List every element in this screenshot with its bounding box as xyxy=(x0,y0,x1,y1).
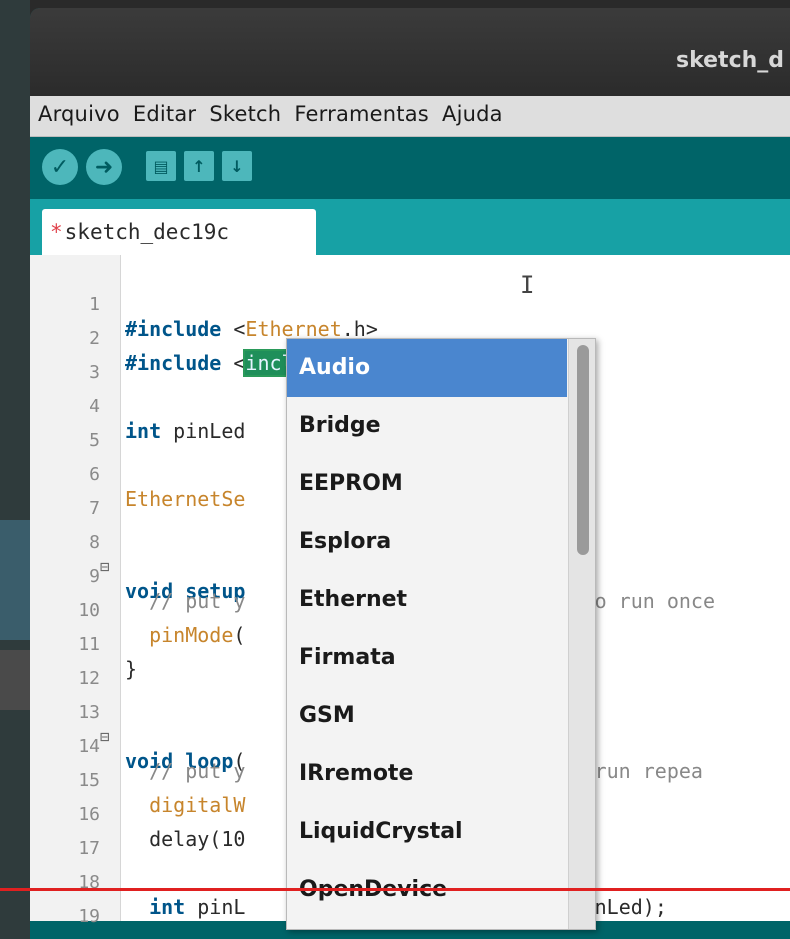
red-overlay-line xyxy=(0,888,790,891)
menu-ferramentas[interactable]: Ferramentas xyxy=(294,96,429,126)
open-button[interactable]: ↑ xyxy=(184,151,214,181)
autocomplete-item[interactable]: EEPROM xyxy=(287,455,567,513)
tab-strip: * sketch_dec19c xyxy=(30,199,790,255)
code-line: 2 #include <include.h> xyxy=(30,298,790,377)
arrow-right-icon: ➜ xyxy=(94,154,114,180)
autocomplete-item[interactable]: Audio xyxy=(287,339,567,397)
autocomplete-scrollbar[interactable] xyxy=(568,339,595,929)
autocomplete-item[interactable]: Firmata xyxy=(287,629,567,687)
autocomplete-item[interactable]: GSM xyxy=(287,687,567,745)
background-edge xyxy=(0,0,30,939)
autocomplete-popup[interactable]: Audio Bridge EEPROM Esplora Ethernet Fir… xyxy=(286,338,596,930)
save-icon: ↓ xyxy=(230,156,244,176)
modified-marker: * xyxy=(50,220,63,244)
autocomplete-item[interactable]: IRremote xyxy=(287,745,567,803)
check-icon: ✓ xyxy=(50,154,70,180)
arduino-ide-window: sketch_d Arquivo Editar Sketch Ferrament… xyxy=(30,8,790,939)
menu-sketch[interactable]: Sketch xyxy=(209,96,281,126)
open-icon: ↑ xyxy=(192,156,206,176)
tab-label: sketch_dec19c xyxy=(64,220,230,244)
menu-arquivo[interactable]: Arquivo xyxy=(38,96,120,126)
code-line: 1 #include <Ethernet.h> xyxy=(30,264,790,341)
window-title: sketch_d xyxy=(676,48,785,73)
autocomplete-item[interactable]: Bridge xyxy=(287,397,567,455)
menu-editar[interactable]: Editar xyxy=(133,96,196,126)
save-button[interactable]: ↓ xyxy=(222,151,252,181)
new-file-icon: ▤ xyxy=(153,156,169,176)
text-cursor-icon: I xyxy=(520,271,535,299)
title-bar[interactable]: sketch_d xyxy=(30,8,790,96)
line-number: 19 xyxy=(78,906,100,927)
toolbar: ✓ ➜ ▤ ↑ ↓ xyxy=(30,137,790,199)
autocomplete-item[interactable]: Esplora xyxy=(287,513,567,571)
new-button[interactable]: ▤ xyxy=(146,151,176,181)
menu-ajuda[interactable]: Ajuda xyxy=(442,96,503,126)
tab-sketch[interactable]: * sketch_dec19c xyxy=(42,209,316,255)
upload-button[interactable]: ➜ xyxy=(86,149,122,185)
menu-bar: Arquivo Editar Sketch Ferramentas Ajuda xyxy=(30,96,790,137)
verify-button[interactable]: ✓ xyxy=(42,149,78,185)
autocomplete-item[interactable]: LiquidCrystal xyxy=(287,803,567,861)
scrollbar-thumb[interactable] xyxy=(577,345,589,555)
autocomplete-item[interactable]: Ethernet xyxy=(287,571,567,629)
